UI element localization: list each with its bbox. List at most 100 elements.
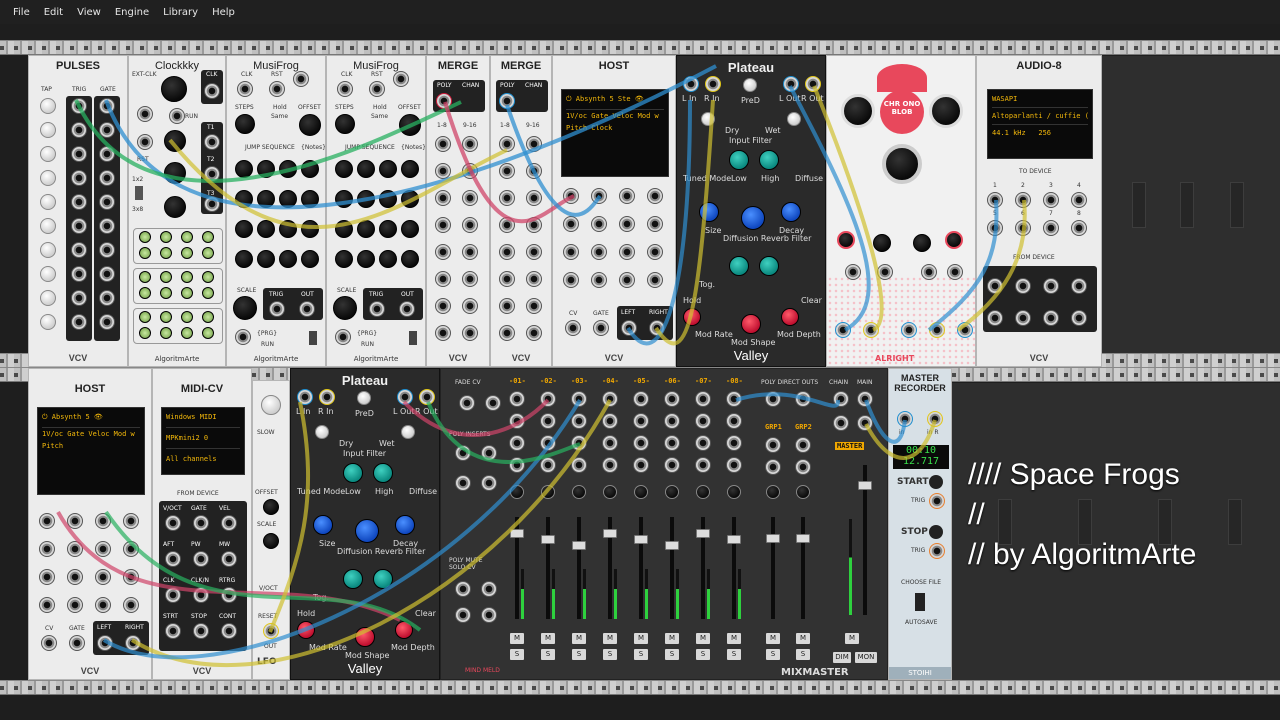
- step-knob[interactable]: [357, 160, 375, 178]
- group-pan-knob[interactable]: [796, 485, 810, 499]
- merge-input-jack[interactable]: [499, 271, 515, 287]
- param-input-jack[interactable]: [67, 541, 83, 557]
- from-device-jack[interactable]: [1071, 310, 1087, 326]
- step-toggle[interactable]: [181, 271, 193, 283]
- merge-input-jack[interactable]: [435, 190, 451, 206]
- stop-button[interactable]: [929, 525, 943, 539]
- channel-input-jack[interactable]: [695, 391, 711, 407]
- trig-output-jack[interactable]: [71, 146, 87, 162]
- param-input-jack[interactable]: [647, 244, 663, 260]
- offset-knob[interactable]: [299, 114, 321, 136]
- trig-output-jack[interactable]: [71, 194, 87, 210]
- step-toggle[interactable]: [160, 287, 172, 299]
- to-device-jack[interactable]: [1071, 220, 1087, 236]
- merge-input-jack[interactable]: [435, 217, 451, 233]
- step-knob[interactable]: [257, 190, 275, 208]
- to-device-jack[interactable]: [987, 220, 1003, 236]
- midi-output-jack[interactable]: [193, 623, 209, 639]
- prg-input-jack[interactable]: [293, 71, 309, 87]
- mute-cv-jack[interactable]: [481, 607, 497, 623]
- step-toggle[interactable]: [202, 287, 214, 299]
- to-device-jack[interactable]: [1015, 220, 1031, 236]
- midi-output-jack[interactable]: [221, 587, 237, 603]
- main-out-jack[interactable]: [833, 415, 849, 431]
- param-input-jack[interactable]: [123, 597, 139, 613]
- menu-library[interactable]: Library: [156, 7, 205, 18]
- channel-input-jack[interactable]: [540, 413, 556, 429]
- solo-button[interactable]: S: [572, 649, 586, 660]
- step-knob[interactable]: [279, 250, 297, 268]
- merge-input-jack[interactable]: [526, 325, 542, 341]
- param-input-jack[interactable]: [39, 597, 55, 613]
- step-knob[interactable]: [279, 190, 297, 208]
- tap-button[interactable]: [40, 290, 56, 306]
- solo-button[interactable]: S: [796, 649, 810, 660]
- param-input-jack[interactable]: [39, 541, 55, 557]
- step-knob[interactable]: [379, 160, 397, 178]
- left-input-jack[interactable]: [297, 389, 313, 405]
- size-knob[interactable]: [313, 515, 333, 535]
- trig-output-jack[interactable]: [71, 98, 87, 114]
- to-device-jack[interactable]: [987, 192, 1003, 208]
- menu-view[interactable]: View: [70, 7, 108, 18]
- run-switch[interactable]: [309, 331, 317, 345]
- cv-output-jack[interactable]: [399, 301, 415, 317]
- merge-input-jack[interactable]: [526, 298, 542, 314]
- scale-knob[interactable]: [233, 296, 257, 320]
- gate-input-jack[interactable]: [69, 635, 85, 651]
- mute-button[interactable]: M: [572, 633, 586, 644]
- merge-input-jack[interactable]: [435, 244, 451, 260]
- cv-input-jack[interactable]: [845, 264, 861, 280]
- gate-output-jack[interactable]: [99, 170, 115, 186]
- diffusion-knob[interactable]: [355, 519, 379, 543]
- channel-input-jack[interactable]: [509, 413, 525, 429]
- freq-knob[interactable]: [261, 395, 281, 415]
- step-toggle[interactable]: [202, 327, 214, 339]
- dry-knob[interactable]: [701, 112, 715, 126]
- merge-input-jack[interactable]: [462, 271, 478, 287]
- channel-fader[interactable]: [541, 535, 555, 544]
- cv-input-jack[interactable]: [565, 320, 581, 336]
- param-input-jack[interactable]: [39, 569, 55, 585]
- main-out-jack[interactable]: [833, 391, 849, 407]
- step-toggle[interactable]: [181, 247, 193, 259]
- channel-input-jack[interactable]: [540, 391, 556, 407]
- merge-input-jack[interactable]: [499, 298, 515, 314]
- step-toggle[interactable]: [181, 311, 193, 323]
- predelay-knob[interactable]: [357, 391, 371, 405]
- input-low-knob[interactable]: [729, 150, 749, 170]
- merge-input-jack[interactable]: [462, 325, 478, 341]
- trig-output-jack[interactable]: [71, 122, 87, 138]
- param-input-jack[interactable]: [95, 513, 111, 529]
- rst-input-jack[interactable]: [269, 81, 285, 97]
- channel-fader[interactable]: [603, 529, 617, 538]
- to-device-jack[interactable]: [1071, 192, 1087, 208]
- param-input-jack[interactable]: [591, 188, 607, 204]
- channel-fader[interactable]: [696, 529, 710, 538]
- ratio-knob[interactable]: [164, 196, 186, 218]
- channel-fader[interactable]: [572, 541, 586, 550]
- run-switch[interactable]: [409, 331, 417, 345]
- merge-input-jack[interactable]: [462, 163, 478, 179]
- insert-jack[interactable]: [481, 445, 497, 461]
- gate-input-jack[interactable]: [593, 320, 609, 336]
- merge-input-jack[interactable]: [462, 298, 478, 314]
- step-toggle[interactable]: [202, 311, 214, 323]
- t3-output-jack[interactable]: [204, 196, 220, 212]
- step-knob[interactable]: [357, 220, 375, 238]
- channel-fader[interactable]: [510, 529, 524, 538]
- midi-output-jack[interactable]: [165, 515, 181, 531]
- clk-input-jack[interactable]: [337, 81, 353, 97]
- input-high-knob[interactable]: [759, 150, 779, 170]
- pan-knob[interactable]: [572, 485, 586, 499]
- trig-output-jack[interactable]: [71, 266, 87, 282]
- trig-output-jack[interactable]: [71, 242, 87, 258]
- merge-input-jack[interactable]: [435, 136, 451, 152]
- merge-input-jack[interactable]: [462, 136, 478, 152]
- midi-output-jack[interactable]: [221, 551, 237, 567]
- to-device-jack[interactable]: [1015, 192, 1031, 208]
- left-output-jack[interactable]: [97, 635, 113, 651]
- channel-input-jack[interactable]: [695, 413, 711, 429]
- group-fader[interactable]: [796, 534, 810, 543]
- step-toggle[interactable]: [160, 271, 172, 283]
